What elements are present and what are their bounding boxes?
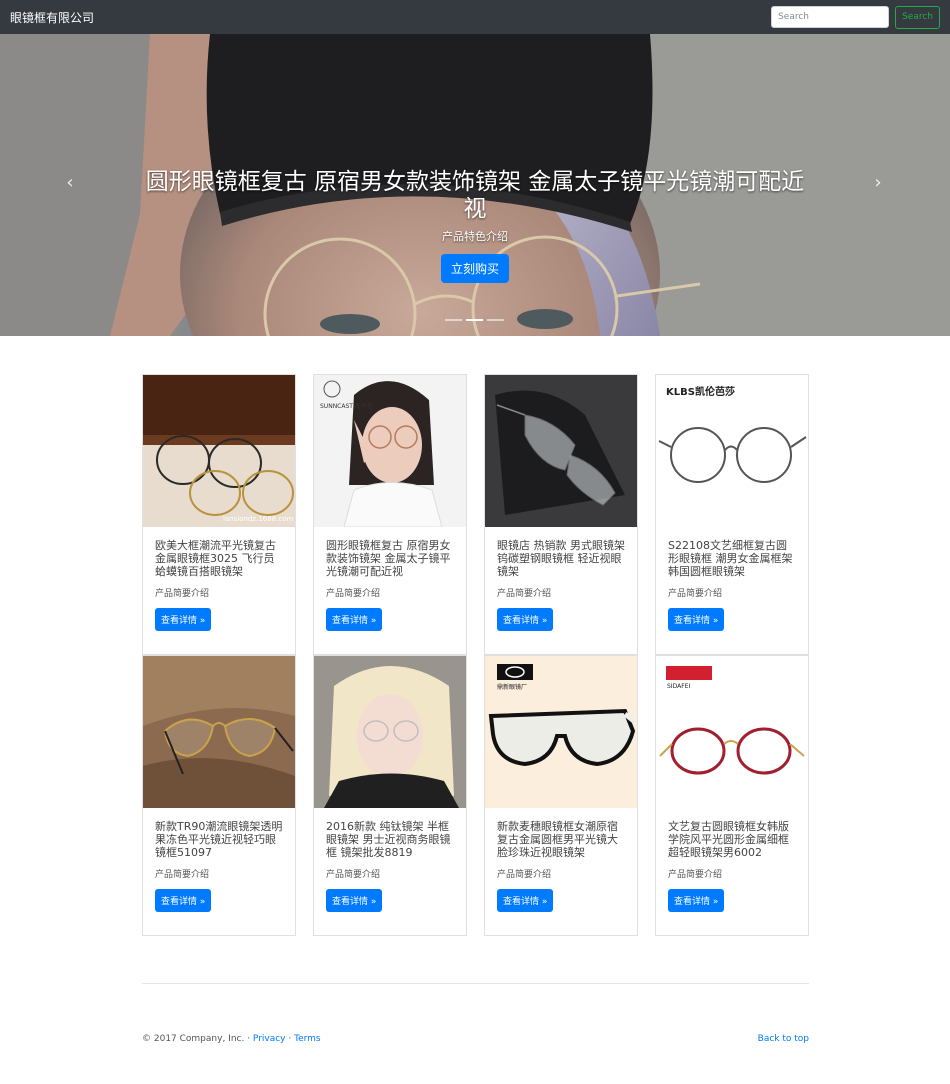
product-title: S22108文艺细框复古圆形眼镜框 潮男女金属框架 韩国圆框眼镜架 <box>668 539 793 578</box>
product-grid: lansiondz.1688.com 欧美大框潮流平光镜复古金属眼镜框3025 … <box>142 374 809 936</box>
product-description: 产品简要介绍 <box>668 589 723 599</box>
product-image: SIDAFEI <box>656 656 808 808</box>
product-card: SIDAFEI 文艺复古圆眼镜框女韩版学院风平光圆形金属细框超轻眼镜架男6002… <box>655 655 809 936</box>
buy-now-button[interactable]: 立刻购买 <box>440 254 509 283</box>
product-description: 产品简要介绍 <box>497 589 552 599</box>
product-title: 圆形眼镜框复古 原宿男女款装饰镜架 金属太子镜平光镜潮可配近视 <box>326 539 451 578</box>
search-button[interactable]: Search <box>895 5 940 29</box>
svg-text:KLBS凯伦芭莎: KLBS凯伦芭莎 <box>666 385 735 398</box>
footer-divider <box>142 983 809 984</box>
footer-copyright: © 2017 Company, Inc. · Privacy · Terms <box>142 1034 321 1044</box>
view-details-button[interactable]: 查看详情 » <box>155 889 212 912</box>
product-description: 产品简要介绍 <box>326 870 381 880</box>
copyright-text: © 2017 Company, Inc. · <box>142 1034 253 1044</box>
product-title: 眼镜店 热销款 男式眼镜架 钨碳塑钢眼镜框 轻近视眼镜架 <box>497 539 625 578</box>
carousel-next-icon[interactable]: › <box>868 174 888 194</box>
privacy-link[interactable]: Privacy <box>253 1034 286 1044</box>
product-description: 产品简要介绍 <box>155 589 210 599</box>
back-to-top-link[interactable]: Back to top <box>758 1034 809 1044</box>
product-image: 鼎新眼镜厂 <box>485 656 637 808</box>
svg-text:SUNNCAST 尚卡芝: SUNNCAST 尚卡芝 <box>320 402 373 410</box>
product-description: 产品简要介绍 <box>497 870 552 880</box>
hero-caption: 圆形眼镜框复古 原宿男女款装饰镜架 金属太子镜平光镜潮可配近视 产品特色介绍 立… <box>140 169 810 283</box>
carousel-indicator-3[interactable] <box>487 319 504 321</box>
product-title: 新款TR90潮流眼镜架透明果冻色平光镜近视轻巧眼镜框51097 <box>155 820 283 859</box>
product-description: 产品简要介绍 <box>326 589 381 599</box>
navbar: 眼镜框有限公司 Search <box>0 0 950 34</box>
product-image <box>314 656 466 808</box>
product-image <box>485 375 637 527</box>
view-details-button[interactable]: 查看详情 » <box>668 608 725 631</box>
product-title: 欧美大框潮流平光镜复古金属眼镜框3025 飞行员蛤蟆镜百搭眼镜架 <box>155 539 276 578</box>
product-description: 产品简要介绍 <box>668 870 723 880</box>
footer: © 2017 Company, Inc. · Privacy · Terms B… <box>142 1034 809 1044</box>
svg-text:SIDAFEI: SIDAFEI <box>667 683 690 690</box>
view-details-button[interactable]: 查看详情 » <box>497 889 554 912</box>
view-details-button[interactable]: 查看详情 » <box>497 608 554 631</box>
search-form: Search <box>771 5 940 29</box>
footer-separator: · <box>285 1034 295 1044</box>
carousel-prev-icon[interactable]: ‹ <box>60 174 80 194</box>
product-description: 产品简要介绍 <box>155 870 210 880</box>
product-card: 眼镜店 热销款 男式眼镜架 钨碳塑钢眼镜框 轻近视眼镜架 产品简要介绍 查看详情… <box>484 374 638 655</box>
carousel-indicator-2[interactable] <box>466 319 483 321</box>
product-card: KLBS凯伦芭莎 S22108文艺细框复古圆形眼镜框 潮男女金属框架 韩国圆框眼… <box>655 374 809 655</box>
product-title: 新款麦穗眼镜框女潮原宿复古金属圆框男平光镜大脸珍珠近视眼镜架 <box>497 820 618 859</box>
hero-carousel: ‹ › 圆形眼镜框复古 原宿男女款装饰镜架 金属太子镜平光镜潮可配近视 产品特色… <box>0 34 950 336</box>
view-details-button[interactable]: 查看详情 » <box>326 608 383 631</box>
view-details-button[interactable]: 查看详情 » <box>155 608 212 631</box>
hero-title: 圆形眼镜框复古 原宿男女款装饰镜架 金属太子镜平光镜潮可配近视 <box>145 169 805 222</box>
product-image: SUNNCAST 尚卡芝 <box>314 375 466 527</box>
product-card: 2016新款 纯钛镜架 半框眼镜架 男士近视商务眼镜框 镜架批发8819 产品简… <box>313 655 467 936</box>
search-input[interactable] <box>771 6 890 28</box>
product-title: 文艺复古圆眼镜框女韩版学院风平光圆形金属细框超轻眼镜架男6002 <box>668 820 789 859</box>
svg-text:鼎新眼镜厂: 鼎新眼镜厂 <box>497 683 527 691</box>
product-image: KLBS凯伦芭莎 <box>656 375 808 527</box>
product-title: 2016新款 纯钛镜架 半框眼镜架 男士近视商务眼镜框 镜架批发8819 <box>326 820 451 859</box>
carousel-indicator-1[interactable] <box>445 319 462 321</box>
product-card: 新款TR90潮流眼镜架透明果冻色平光镜近视轻巧眼镜框51097 产品简要介绍 查… <box>142 655 296 936</box>
svg-text:lansiondz.1688.com: lansiondz.1688.com <box>223 515 293 523</box>
brand-link[interactable]: 眼镜框有限公司 <box>10 9 94 26</box>
carousel-indicators <box>445 319 504 321</box>
product-card: SUNNCAST 尚卡芝 圆形眼镜框复古 原宿男女款装饰镜架 金属太子镜平光镜潮… <box>313 374 467 655</box>
product-image <box>143 656 295 808</box>
view-details-button[interactable]: 查看详情 » <box>326 889 383 912</box>
product-card: lansiondz.1688.com 欧美大框潮流平光镜复古金属眼镜框3025 … <box>142 374 296 655</box>
view-details-button[interactable]: 查看详情 » <box>668 889 725 912</box>
product-image: lansiondz.1688.com <box>143 375 295 527</box>
hero-subtitle: 产品特色介绍 <box>442 230 508 243</box>
product-card: 鼎新眼镜厂 新款麦穗眼镜框女潮原宿复古金属圆框男平光镜大脸珍珠近视眼镜架 产品简… <box>484 655 638 936</box>
terms-link[interactable]: Terms <box>294 1034 321 1044</box>
